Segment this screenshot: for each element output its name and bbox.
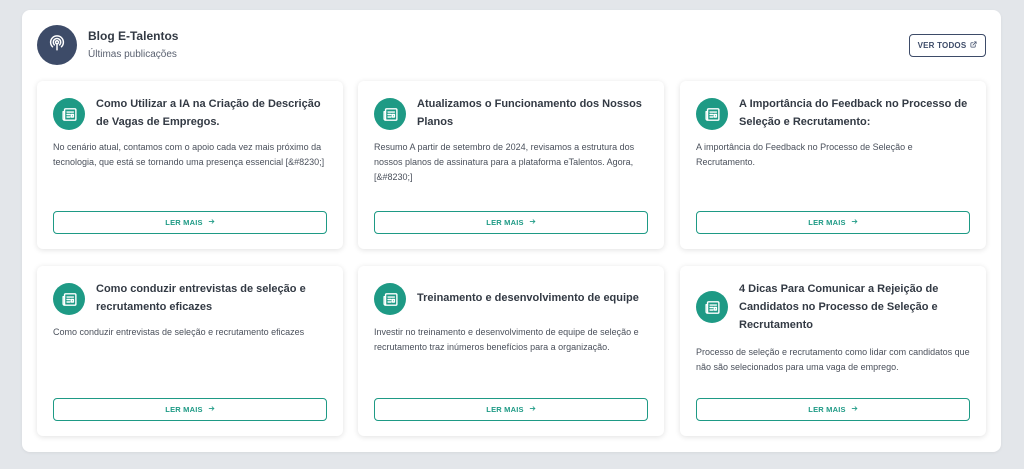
ver-todos-button[interactable]: VER TODOS [909, 34, 986, 57]
post-title[interactable]: Treinamento e desenvolvimento de equipe [417, 289, 646, 307]
ler-mais-label: LER MAIS [165, 405, 203, 414]
newspaper-icon [696, 98, 728, 130]
ler-mais-label: LER MAIS [486, 218, 524, 227]
blog-subtitle: Últimas publicações [88, 49, 177, 60]
ler-mais-button[interactable]: LER MAIS [53, 211, 327, 234]
post-description: Resumo A partir de setembro de 2024, rev… [374, 142, 635, 182]
ler-mais-label: LER MAIS [808, 218, 846, 227]
blog-title: Blog E-Talentos [88, 29, 179, 43]
arrow-right-icon [208, 218, 215, 227]
podcast-icon [48, 34, 66, 57]
post-description: A importância do Feedback no Processo de… [696, 142, 913, 167]
post-title[interactable]: Atualizamos o Funcionamento dos Nossos P… [417, 95, 646, 131]
ler-mais-button[interactable]: LER MAIS [53, 398, 327, 421]
post-card: A Importância do Feedback no Processo de… [680, 81, 986, 249]
newspaper-icon [374, 98, 406, 130]
post-description: No cenário atual, contamos com o apoio c… [53, 142, 325, 167]
blog-avatar [37, 25, 77, 65]
post-description: Investir no treinamento e desenvolviment… [374, 327, 639, 352]
ler-mais-button[interactable]: LER MAIS [374, 211, 648, 234]
post-card: Como conduzir entrevistas de seleção e r… [37, 266, 343, 436]
blog-panel: Blog E-Talentos Últimas publicações VER … [22, 10, 1001, 452]
arrow-right-icon [851, 218, 858, 227]
post-card: Treinamento e desenvolvimento de equipe … [358, 266, 664, 436]
newspaper-icon [374, 283, 406, 315]
post-description: Como conduzir entrevistas de seleção e r… [53, 327, 305, 337]
ler-mais-button[interactable]: LER MAIS [696, 211, 970, 234]
newspaper-icon [696, 291, 728, 323]
arrow-right-icon [529, 218, 536, 227]
arrow-right-icon [851, 405, 858, 414]
post-title[interactable]: 4 Dicas Para Comunicar a Rejeição de Can… [739, 280, 968, 334]
post-card: Como Utilizar a IA na Criação de Descriç… [37, 81, 343, 249]
arrow-right-icon [529, 405, 536, 414]
post-title[interactable]: A Importância do Feedback no Processo de… [739, 95, 968, 131]
newspaper-icon [53, 98, 85, 130]
ver-todos-label: VER TODOS [917, 41, 967, 50]
ler-mais-button[interactable]: LER MAIS [374, 398, 648, 421]
external-link-icon [970, 41, 977, 50]
ler-mais-label: LER MAIS [486, 405, 524, 414]
post-card: Atualizamos o Funcionamento dos Nossos P… [358, 81, 664, 249]
arrow-right-icon [208, 405, 215, 414]
post-card: 4 Dicas Para Comunicar a Rejeição de Can… [680, 266, 986, 436]
post-title[interactable]: Como conduzir entrevistas de seleção e r… [96, 280, 325, 316]
ler-mais-label: LER MAIS [165, 218, 203, 227]
newspaper-icon [53, 283, 85, 315]
ler-mais-button[interactable]: LER MAIS [696, 398, 970, 421]
post-description: Processo de seleção e recrutamento como … [696, 347, 970, 372]
ler-mais-label: LER MAIS [808, 405, 846, 414]
post-title[interactable]: Como Utilizar a IA na Criação de Descriç… [96, 95, 325, 131]
